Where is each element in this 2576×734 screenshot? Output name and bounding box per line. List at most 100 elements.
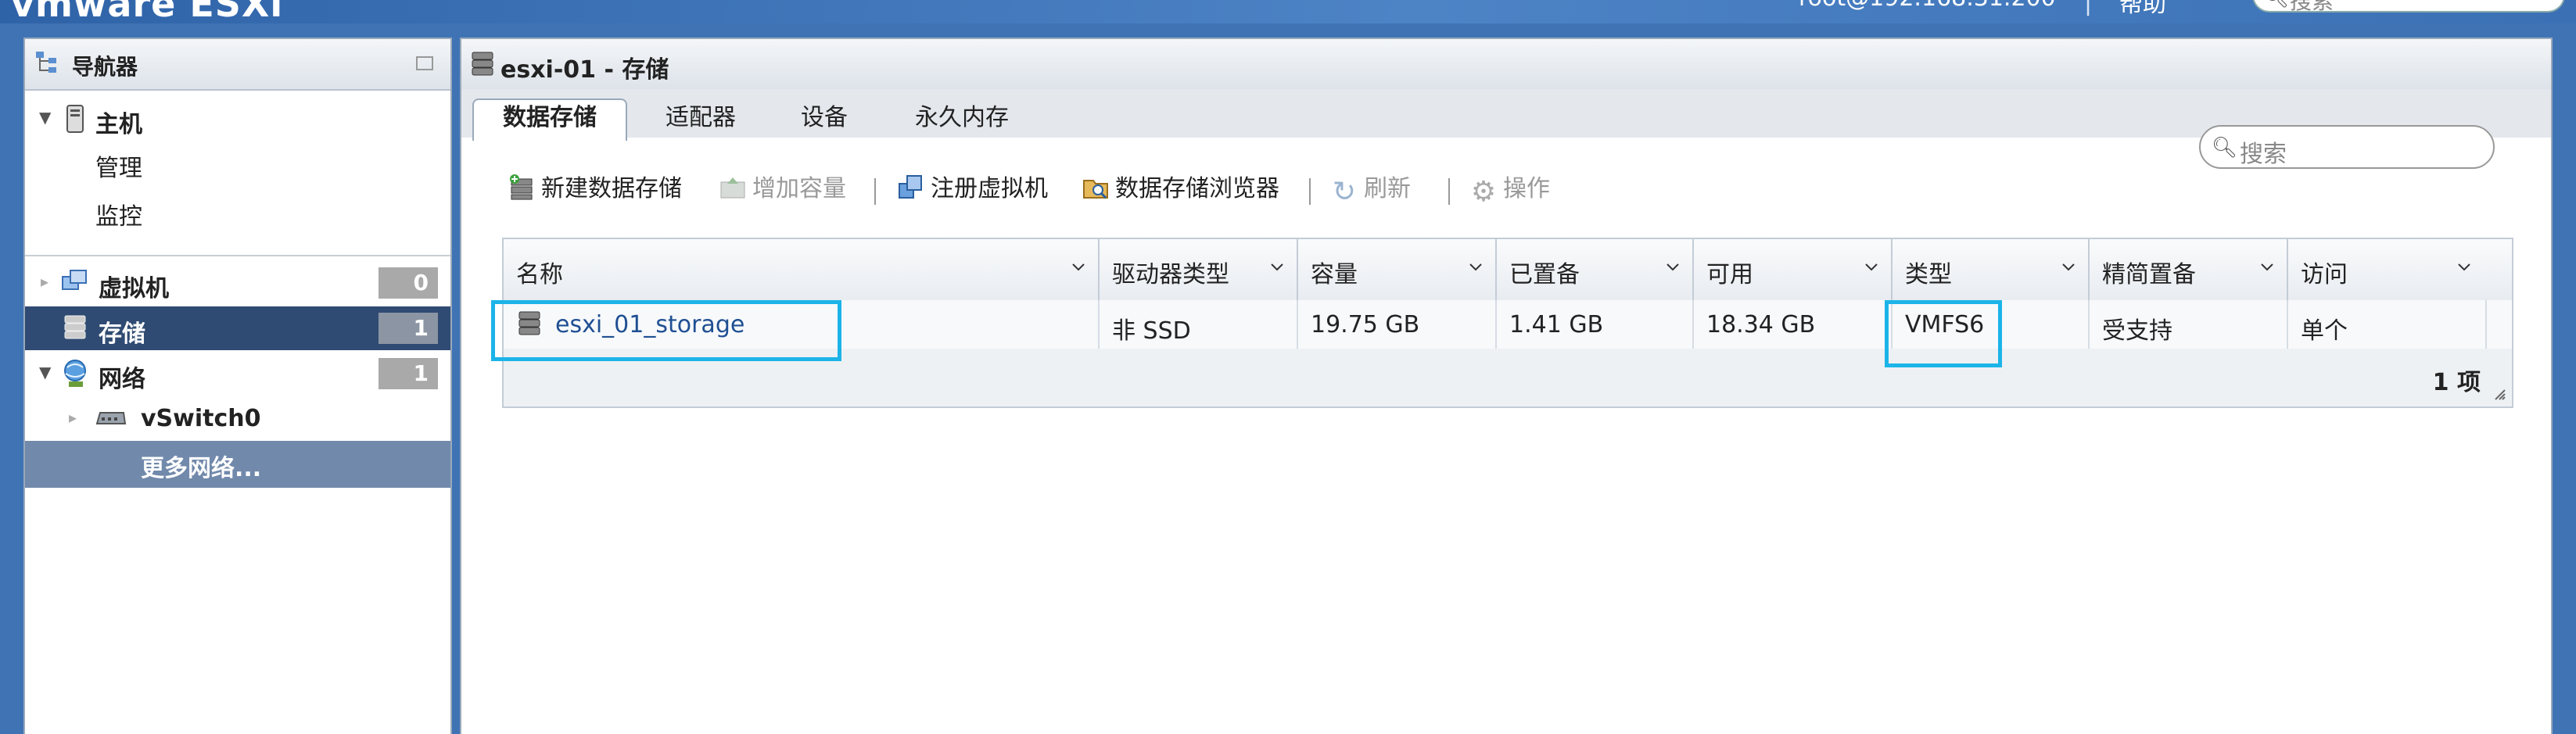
- nav-item-network[interactable]: ▼ 网络 1: [25, 352, 450, 396]
- datastore-browser-button[interactable]: 数据存储浏览器: [1082, 172, 1279, 206]
- chevron-down-icon[interactable]: [2258, 258, 2276, 275]
- chevron-down-icon[interactable]: [1467, 258, 1484, 275]
- access-value: 单个: [2301, 317, 2348, 345]
- increase-capacity-button[interactable]: 增加容量: [719, 172, 846, 206]
- nav-divider: [25, 255, 450, 256]
- refresh-button[interactable]: ↻ 刷新: [1331, 172, 1411, 206]
- tab-datastores[interactable]: 数据存储: [472, 98, 627, 141]
- chevron-down-icon[interactable]: [1863, 258, 1880, 275]
- column-drive-type-label: 驱动器类型: [1112, 261, 1229, 288]
- nav-network-label: 网络: [99, 366, 145, 393]
- column-provisioned-label: 已置备: [1509, 261, 1580, 288]
- navigator-tree-icon: [36, 52, 56, 73]
- nav-item-monitor[interactable]: 监控: [25, 189, 450, 233]
- tab-persistent-memory[interactable]: 永久内存: [884, 100, 1040, 138]
- datastore-browser-icon: [1083, 180, 1108, 199]
- nav-item-storage[interactable]: 存储 1: [25, 306, 450, 350]
- nav-manage-label: 管理: [95, 155, 142, 182]
- vm-icon: [62, 270, 87, 290]
- toolbar-separator: [874, 178, 876, 205]
- nav-item-vswitch0[interactable]: ▸ vSwitch0: [25, 397, 450, 441]
- register-vm-button[interactable]: 注册虚拟机: [898, 172, 1048, 206]
- help-menu[interactable]: 帮助: [2119, 0, 2166, 19]
- column-header-capacity[interactable]: 容量: [1298, 239, 1497, 300]
- gear-icon: ⚙: [1470, 176, 1497, 208]
- cell-provisioned: 1.41 GB: [1497, 300, 1694, 349]
- network-icon: [64, 360, 86, 387]
- provisioned-value: 1.41 GB: [1509, 311, 1604, 338]
- network-count-badge: 1: [379, 358, 438, 389]
- nav-item-vms[interactable]: ▸ 虚拟机 0: [25, 261, 450, 305]
- nav-item-more-networks[interactable]: 更多网络...: [25, 441, 450, 488]
- expand-right-icon[interactable]: ▸: [41, 272, 48, 291]
- brand-logo: vmware ESXi: [11, 0, 284, 25]
- column-header-name[interactable]: 名称: [504, 239, 1100, 300]
- actions-button[interactable]: ⚙ 操作: [1470, 172, 1550, 206]
- new-datastore-button[interactable]: 新建数据存储: [508, 172, 682, 206]
- user-menu[interactable]: root@192.168.31.200: [1799, 0, 2056, 12]
- header-search-input[interactable]: 🔍︎ 搜索: [2252, 0, 2565, 14]
- capacity-value: 19.75 GB: [1311, 311, 1420, 338]
- refresh-icon: ↻: [1332, 176, 1357, 208]
- column-free-label: 可用: [1706, 261, 1753, 288]
- nav-item-manage[interactable]: 管理: [25, 141, 450, 184]
- cell-thin-provisioning: 受支持: [2090, 300, 2288, 349]
- actions-label: 操作: [1503, 175, 1550, 202]
- search-icon: 🔍︎: [2212, 136, 2238, 159]
- drive-type-value: 非 SSD: [1112, 317, 1191, 345]
- cell-drive-type: 非 SSD: [1100, 300, 1298, 349]
- chevron-down-icon[interactable]: [2456, 258, 2473, 275]
- increase-capacity-icon: [720, 177, 745, 199]
- chevron-down-icon[interactable]: [1070, 258, 1087, 275]
- header-search-placeholder: 搜索: [2290, 0, 2334, 14]
- collapse-panel-icon[interactable]: [416, 56, 433, 70]
- expand-down-icon[interactable]: ▼: [39, 363, 51, 381]
- column-header-drive-type[interactable]: 驱动器类型: [1100, 239, 1298, 300]
- register-vm-icon: [899, 175, 922, 199]
- chevron-down-icon[interactable]: [1268, 258, 1286, 275]
- expand-down-icon[interactable]: ▼: [39, 108, 51, 127]
- header-separator: |: [2084, 0, 2093, 16]
- column-name-label: 名称: [516, 261, 563, 288]
- cell-access: 单个: [2288, 300, 2487, 349]
- chevron-down-icon[interactable]: [2060, 258, 2077, 275]
- cell-free: 18.34 GB: [1694, 300, 1893, 349]
- new-datastore-icon: [510, 174, 533, 200]
- increase-capacity-label: 增加容量: [752, 175, 846, 202]
- nav-vswitch0-label: vSwitch0: [141, 405, 261, 432]
- tab-adapters[interactable]: 适配器: [638, 100, 763, 138]
- nav-item-host[interactable]: ▼ 主机: [25, 97, 450, 141]
- column-header-free[interactable]: 可用: [1694, 239, 1893, 300]
- tab-devices[interactable]: 设备: [777, 100, 871, 138]
- host-icon: [66, 105, 84, 133]
- item-count: 1 项: [2432, 369, 2481, 396]
- storage-count-badge: 1: [379, 313, 438, 344]
- table-header: 名称 驱动器类型 容量 已置备 可用 类型 精简置备 访问: [504, 239, 2512, 302]
- top-banner: vmware ESXi root@192.168.31.200 | 帮助 🔍︎ …: [0, 0, 2576, 25]
- navigator-panel: 导航器 ▼ 主机 管理 监控 ▸ 虚拟机 0 存储 1 ▼ 网络 1 ▸ vSw…: [23, 38, 452, 734]
- register-vm-label: 注册虚拟机: [931, 175, 1048, 202]
- highlight-datastore-type: [1885, 300, 2002, 367]
- chevron-down-icon[interactable]: [1664, 258, 1681, 275]
- expand-right-icon[interactable]: ▸: [69, 408, 77, 427]
- navigator-header: 导航器: [25, 39, 450, 91]
- nav-host-label: 主机: [95, 111, 142, 138]
- highlight-datastore-name: [491, 300, 841, 361]
- nav-monitor-label: 监控: [95, 203, 142, 231]
- column-thin-provisioning-label: 精简置备: [2102, 261, 2196, 288]
- cell-capacity: 19.75 GB: [1298, 300, 1497, 349]
- toolbar-separator: [1448, 178, 1450, 205]
- search-icon: 🔍︎: [2263, 0, 2289, 9]
- datastore-search-input[interactable]: 🔍︎ 搜索: [2199, 125, 2495, 169]
- column-header-access[interactable]: 访问: [2288, 239, 2512, 300]
- page-title: esxi-01 - 存储: [500, 56, 669, 84]
- resize-grip-icon[interactable]: [2493, 388, 2506, 400]
- vm-count-badge: 0: [379, 267, 438, 299]
- column-capacity-label: 容量: [1311, 261, 1358, 288]
- column-header-provisioned[interactable]: 已置备: [1497, 239, 1694, 300]
- column-header-type[interactable]: 类型: [1893, 239, 2090, 300]
- free-value: 18.34 GB: [1706, 311, 1816, 338]
- nav-storage-label: 存储: [99, 320, 145, 348]
- column-header-thin-provisioning[interactable]: 精简置备: [2090, 239, 2288, 300]
- switch-icon: [95, 412, 127, 424]
